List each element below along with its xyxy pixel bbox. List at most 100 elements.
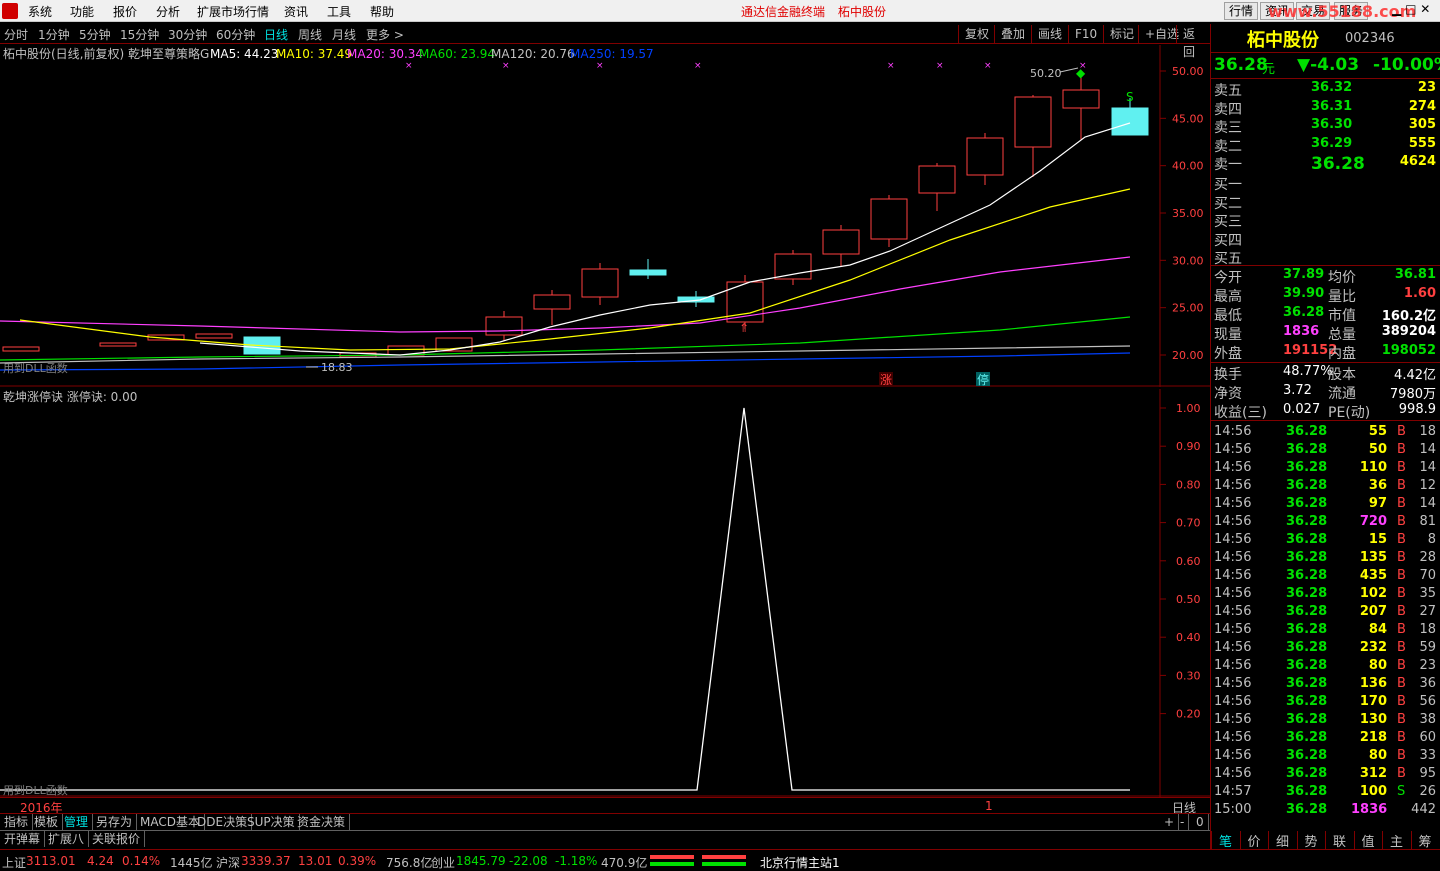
tick-side: B: [1397, 658, 1406, 673]
menu-system[interactable]: 系统: [28, 3, 52, 20]
tick-price: 36.28: [1286, 640, 1328, 655]
tick-price: 36.28: [1286, 496, 1328, 511]
menu-help[interactable]: 帮助: [370, 3, 394, 20]
tick-count: 81: [1419, 514, 1436, 529]
tab-ext8[interactable]: 扩展八: [44, 831, 90, 847]
cy-pct: -1.18%: [555, 854, 598, 868]
tab-sup[interactable]: SUP决策: [243, 814, 300, 830]
menu-news[interactable]: 资讯: [284, 3, 308, 20]
tick-count: 14: [1419, 442, 1436, 457]
period-15min[interactable]: 15分钟: [120, 26, 159, 43]
menu-function[interactable]: 功能: [70, 3, 94, 20]
sell-level-label: 卖一: [1214, 157, 1242, 173]
sh-pct: 0.14%: [122, 854, 161, 868]
stat-value: 1.60: [1403, 286, 1436, 301]
period-5min[interactable]: 5分钟: [79, 26, 111, 43]
period-daily[interactable]: 日线: [264, 26, 288, 43]
tick-time: 14:56: [1214, 586, 1252, 601]
fund-label: 流通: [1328, 386, 1356, 402]
tick-volume: 435: [1359, 568, 1387, 583]
sell-level-volume: 305: [1408, 117, 1436, 132]
tick-time: 14:56: [1214, 712, 1252, 727]
period-30min[interactable]: 30分钟: [168, 26, 207, 43]
tab-template[interactable]: 模板: [30, 814, 64, 830]
tab-danmaku[interactable]: 开弹幕: [0, 831, 46, 847]
period-more[interactable]: 更多 >: [366, 26, 404, 43]
side-tab[interactable]: 值: [1353, 831, 1382, 850]
tick-count: 14: [1419, 460, 1436, 475]
tick-volume: 110: [1359, 460, 1387, 475]
svg-text:×: ×: [596, 61, 604, 71]
tick-side: B: [1397, 676, 1406, 691]
app-icon[interactable]: [2, 3, 18, 19]
tick-count: 95: [1419, 766, 1436, 781]
minimize-icon[interactable]: ▁: [1392, 2, 1401, 16]
menu-analysis[interactable]: 分析: [156, 3, 180, 20]
period-1min[interactable]: 1分钟: [38, 26, 70, 43]
fund-label: 股本: [1328, 367, 1356, 383]
tab-related-quote[interactable]: 关联报价: [88, 831, 146, 847]
tick-count: 56: [1419, 694, 1436, 709]
period-weekly[interactable]: 周线: [298, 26, 322, 43]
side-tab[interactable]: 势: [1296, 831, 1325, 850]
tab-save-as[interactable]: 另存为: [92, 814, 138, 830]
tool-draw[interactable]: 画线: [1031, 25, 1068, 43]
stat-label: 内盘: [1328, 346, 1356, 362]
candlestick-chart[interactable]: 柘中股份(日线,前复权) 乾坤至尊策略G MA5: 44.23 MA10: 37…: [0, 45, 1210, 387]
stat-value: 198052: [1381, 343, 1436, 358]
maximize-icon[interactable]: □: [1405, 2, 1416, 16]
tick-time: 14:56: [1214, 568, 1252, 583]
tab-fund[interactable]: 资金决策: [293, 814, 351, 830]
close-icon[interactable]: ✕: [1420, 2, 1430, 16]
period-60min[interactable]: 60分钟: [216, 26, 255, 43]
period-intraday[interactable]: 分时: [4, 26, 28, 43]
side-tab[interactable]: 联: [1325, 831, 1353, 850]
period-monthly[interactable]: 月线: [332, 26, 356, 43]
fund-value: 3.72: [1283, 383, 1312, 398]
y-tick-label: 0.30: [1176, 669, 1201, 682]
tick-time: 14:56: [1214, 658, 1252, 673]
y-tick-label: 50.00: [1172, 65, 1204, 78]
high-price-label: 50.20: [1030, 67, 1062, 80]
tick-side: B: [1397, 694, 1406, 709]
zoom-reset-button[interactable]: 0: [1192, 814, 1209, 830]
indicator-chart[interactable]: 乾坤涨停诀 涨停诀: 0.00 1.00 0.90 0.80 0.70 0.60 0.50…: [0, 389, 1210, 797]
tool-overlay[interactable]: 叠加: [994, 25, 1031, 43]
side-tab[interactable]: 笔: [1211, 831, 1239, 850]
side-tab[interactable]: 主: [1382, 831, 1410, 850]
tab-indicator[interactable]: 指标: [0, 814, 34, 830]
menu-extended-market[interactable]: 扩展市场行情: [197, 3, 269, 20]
zoom-out-button[interactable]: -: [1176, 814, 1190, 830]
menu-quote[interactable]: 报价: [113, 3, 137, 20]
tick-count: 18: [1419, 622, 1436, 637]
sh-value: 3113.01: [26, 854, 76, 868]
tick-time: 14:56: [1214, 622, 1252, 637]
tick-count: 36: [1419, 676, 1436, 691]
window-controls[interactable]: ▁ □ ✕: [1392, 2, 1430, 16]
svg-text:×: ×: [502, 61, 510, 71]
tick-time: 14:56: [1214, 640, 1252, 655]
svg-text:×: ×: [405, 61, 413, 71]
side-tab[interactable]: 细: [1268, 831, 1296, 850]
side-tab[interactable]: 价: [1239, 831, 1268, 850]
cy-label: 创业: [431, 856, 456, 870]
cy-value: 1845.79: [456, 854, 506, 868]
sell-level-volume: 23: [1417, 80, 1436, 95]
tool-mark[interactable]: 标记: [1103, 25, 1140, 43]
sell-level-label: 卖三: [1214, 120, 1242, 136]
tool-adjust[interactable]: 复权: [958, 25, 995, 43]
market-breadth-bars: [648, 854, 748, 868]
btn-market[interactable]: 行情: [1224, 2, 1259, 20]
tick-count: 8: [1427, 532, 1436, 547]
side-tab[interactable]: 筹: [1410, 831, 1439, 850]
tick-volume: 720: [1359, 514, 1387, 529]
tick-side: B: [1397, 514, 1406, 529]
sell-level-volume: 555: [1408, 135, 1436, 151]
stat-value: 191152: [1283, 343, 1338, 358]
menu-tools[interactable]: 工具: [327, 3, 351, 20]
tab-manage[interactable]: 管理: [60, 814, 94, 830]
tool-f10[interactable]: F10: [1068, 25, 1103, 43]
tool-back[interactable]: 返回: [1176, 25, 1210, 59]
stat-label: 均价: [1328, 270, 1356, 286]
tick-volume: 80: [1368, 748, 1387, 763]
